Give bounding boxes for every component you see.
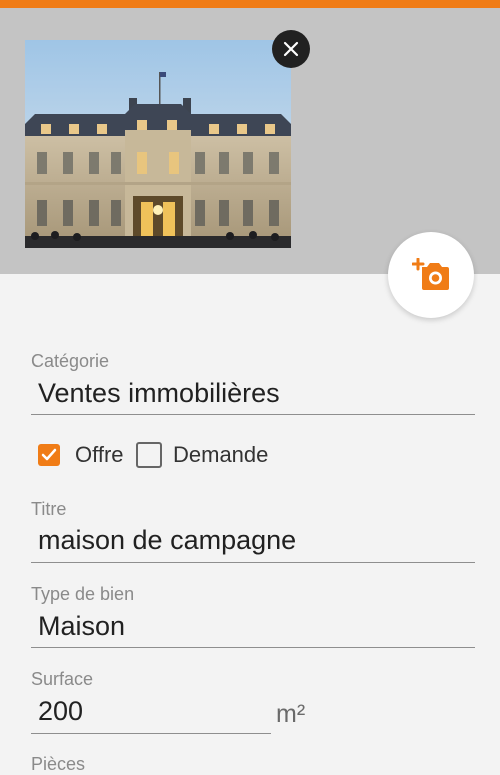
title-input[interactable]: maison de campagne [38,525,296,556]
property-type-underline [31,647,475,648]
listing-photo[interactable] [25,40,291,248]
title-label: Titre [31,499,67,519]
title-underline [31,562,475,563]
category-underline [31,414,475,415]
add-photo-button[interactable] [388,232,474,318]
offer-checkbox[interactable] [38,444,60,466]
property-type-label: Type de bien [31,584,135,604]
listing-form: Catégorie Ventes immobilières Offre Dema… [0,274,500,774]
surface-unit: m² [276,700,306,728]
property-type-value[interactable]: Maison [38,611,125,642]
add-photo-camera-icon [412,258,449,290]
surface-input[interactable]: 200 [38,696,83,727]
surface-label: Surface [31,669,94,689]
category-value[interactable]: Ventes immobilières [38,378,280,409]
demand-label[interactable]: Demande [173,442,268,468]
category-label: Catégorie [31,351,110,371]
remove-photo-button[interactable] [272,30,310,68]
surface-underline [31,733,271,734]
offer-label[interactable]: Offre [75,442,124,468]
top-accent-bar [0,0,500,8]
checkmark-icon [41,448,57,461]
close-icon [283,41,299,57]
demand-checkbox[interactable] [136,442,162,468]
